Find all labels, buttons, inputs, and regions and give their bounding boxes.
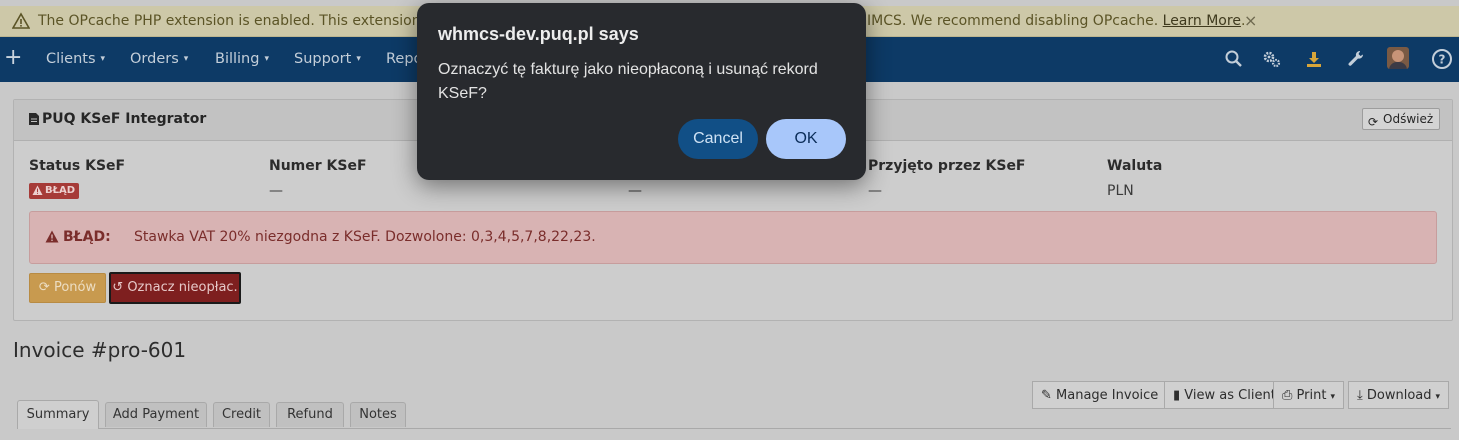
alert-message: Stawka VAT 20% niezgodna z KSeF. Dozwolo… — [134, 229, 596, 245]
nav-clients[interactable]: Clients ▾ — [46, 51, 105, 67]
status-badge: BŁĄD — [29, 183, 80, 199]
nav-orders[interactable]: Orders ▾ — [130, 51, 188, 67]
dialog-message: Oznaczyć tę fakturę jako nieopłaconą i u… — [438, 61, 818, 102]
refresh-icon: ⟳ — [1368, 115, 1379, 129]
alert-triangle-icon — [32, 185, 43, 195]
svg-text:?: ? — [1439, 53, 1446, 67]
status-ksef-label: Status KSeF — [29, 158, 126, 174]
alert-triangle-icon — [45, 230, 59, 243]
tab-add-payment[interactable]: Add Payment — [105, 402, 207, 427]
numer-ksef-value: — — [269, 183, 283, 199]
column-3-value: — — [628, 183, 642, 199]
mark-unpaid-button[interactable]: ↺ Oznacz nieopłac. — [109, 272, 241, 304]
download-icon[interactable] — [1304, 49, 1324, 69]
retry-button[interactable]: ⟳ Ponów — [29, 273, 106, 303]
tab-credit[interactable]: Credit — [213, 402, 270, 427]
download-icon: ⤓ — [1357, 388, 1367, 403]
currency-value: PLN — [1107, 183, 1134, 199]
warning-text-continued: IMCS. We recommend disabling OPcache. Le… — [867, 13, 1246, 29]
refresh-icon: ⟳ — [38, 280, 54, 295]
plus-icon[interactable]: + — [4, 45, 22, 70]
tab-refund[interactable]: Refund — [276, 402, 344, 427]
warning-text: The OPcache PHP extension is enabled. Th… — [38, 13, 451, 29]
learn-more-link[interactable]: Learn More — [1163, 13, 1241, 29]
manage-invoice-button[interactable]: ✎ Manage Invoice — [1032, 381, 1168, 409]
accepted-value: — — [868, 183, 882, 199]
tabs-divider — [17, 428, 1451, 429]
nav-billing[interactable]: Billing ▾ — [215, 51, 269, 67]
refresh-button[interactable]: ⟳ Odśwież — [1362, 108, 1441, 130]
warning-icon — [12, 12, 30, 29]
close-icon[interactable]: × — [1244, 11, 1257, 30]
currency-label: Waluta — [1107, 158, 1163, 174]
help-icon[interactable]: ? — [1431, 48, 1453, 70]
panel-title: PUQ KSeF Integrator — [42, 111, 207, 127]
ok-button[interactable]: OK — [766, 119, 846, 159]
alert-title: BŁĄD: — [63, 229, 111, 245]
undo-icon: ↺ — [112, 280, 128, 295]
accepted-label: Przyjęto przez KSeF — [868, 158, 1026, 174]
invoice-title: Invoice #pro-601 — [13, 338, 187, 362]
print-icon: ⎙ — [1282, 388, 1297, 403]
tab-summary[interactable]: Summary — [17, 400, 99, 429]
document-icon — [29, 113, 39, 125]
download-button[interactable]: ⤓ Download ▾ — [1348, 381, 1450, 409]
file-icon: ▮ — [1173, 388, 1185, 403]
numer-ksef-label: Numer KSeF — [269, 158, 367, 174]
tab-notes[interactable]: Notes — [350, 402, 406, 427]
error-alert: BŁĄD: Stawka VAT 20% niezgodna z KSeF. D… — [29, 211, 1437, 264]
nav-support[interactable]: Support ▾ — [294, 51, 361, 67]
confirm-dialog: whmcs-dev.puq.pl says Oznaczyć tę faktur… — [417, 3, 866, 180]
dialog-title: whmcs-dev.puq.pl says — [438, 24, 639, 44]
view-as-client-button[interactable]: ▮ View as Client — [1164, 381, 1285, 409]
wrench-icon[interactable] — [1346, 49, 1366, 69]
search-icon[interactable] — [1224, 49, 1244, 69]
print-button[interactable]: ⎙ Print ▾ — [1273, 381, 1344, 409]
gears-icon[interactable] — [1262, 49, 1282, 69]
cancel-button[interactable]: Cancel — [678, 119, 758, 159]
edit-icon: ✎ — [1041, 388, 1057, 403]
avatar[interactable] — [1387, 47, 1409, 69]
